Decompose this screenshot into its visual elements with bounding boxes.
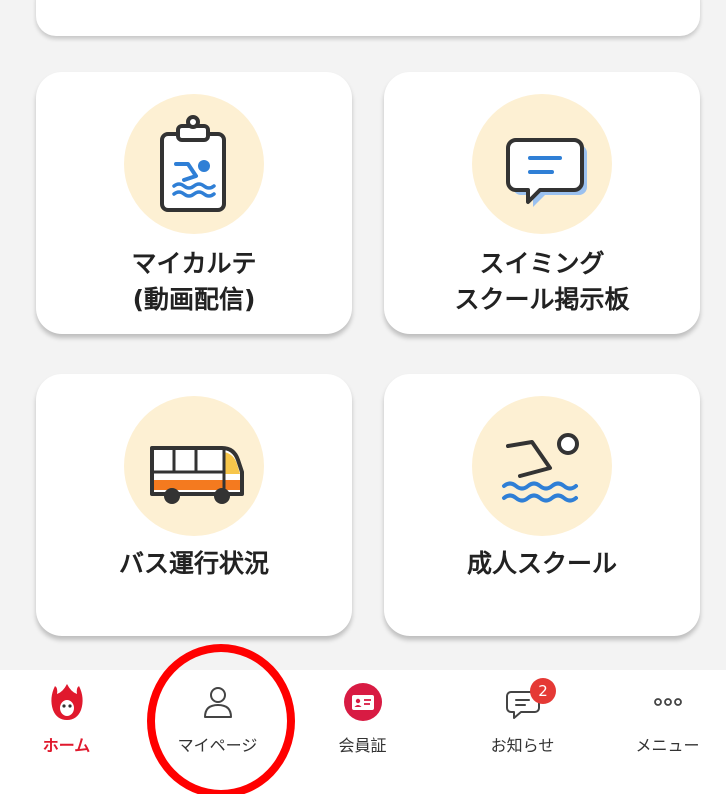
tab-label: マイページ	[177, 736, 258, 755]
tab-news[interactable]: 2 お知らせ	[450, 670, 595, 794]
tab-label: 会員証	[338, 736, 387, 755]
more-dots-icon	[653, 698, 682, 706]
tab-home[interactable]: ホーム	[0, 670, 139, 794]
tile-label-line1: マイカルテ	[131, 249, 257, 278]
bus-icon	[124, 396, 264, 536]
tab-member-card[interactable]: 会員証	[290, 670, 435, 794]
notification-badge: 2	[530, 678, 556, 704]
tile-swimming-board[interactable]: スイミング スクール掲示板	[384, 72, 700, 334]
tab-label: メニュー	[635, 736, 700, 755]
swimmer-icon	[472, 396, 612, 536]
flame-mascot-icon	[50, 684, 83, 720]
tile-label: バス運行状況	[118, 549, 269, 578]
tile-label: マイカルテ (動画配信)	[36, 246, 352, 318]
tile-label-line1: スイミング	[479, 249, 605, 278]
top-card-partial[interactable]	[36, 0, 700, 36]
member-card-icon	[343, 683, 382, 721]
tab-menu[interactable]: メニュー	[595, 670, 726, 794]
tile-label-line2: スクール掲示板	[454, 285, 630, 314]
clipboard-swimmer-icon	[124, 94, 264, 234]
chat-bubble-icon	[472, 94, 612, 234]
tile-my-karte[interactable]: マイカルテ (動画配信)	[36, 72, 352, 334]
tile-label: 成人スクール	[466, 549, 617, 578]
person-icon	[203, 687, 232, 718]
tile-label-line2: (動画配信)	[132, 285, 256, 314]
tile-bus-status[interactable]: バス運行状況	[36, 374, 352, 636]
tab-label: お知らせ	[490, 736, 555, 755]
tab-label: ホーム	[42, 736, 91, 755]
tile-label: スイミング スクール掲示板	[384, 246, 700, 318]
bottom-tab-bar: ホーム マイページ 会員証 2 お知らせ メニュー	[0, 670, 726, 794]
tab-mypage[interactable]: マイページ	[145, 670, 290, 794]
tile-adult-school[interactable]: 成人スクール	[384, 374, 700, 636]
